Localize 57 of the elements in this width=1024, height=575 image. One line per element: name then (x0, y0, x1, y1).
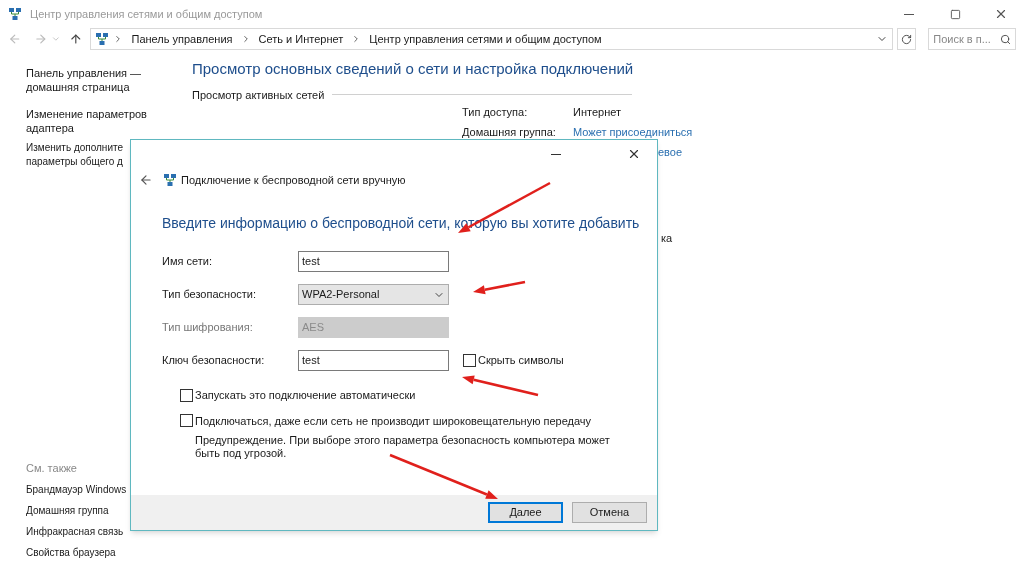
dropdown[interactable]: WPA2-Personal (298, 284, 449, 305)
minimize-icon (551, 153, 561, 155)
sidebar-link[interactable]: Панель управления — домашняя страница (26, 66, 156, 94)
info-text: ка (661, 230, 673, 246)
annotation-arrow (473, 280, 526, 295)
input-field[interactable]: test (298, 350, 449, 371)
network-icon (8, 7, 22, 21)
minimize-icon (904, 13, 914, 15)
sidebar-link[interactable]: Изменение параметров адаптера (26, 107, 156, 135)
search-icon (1000, 33, 1011, 45)
refresh-icon (901, 33, 913, 45)
close-icon (627, 147, 641, 161)
field-label: Ключ безопасности: (162, 353, 266, 369)
section-heading: Просмотр активных сетей (192, 87, 325, 103)
sidebar-link[interactable]: Изменить дополните (26, 141, 123, 155)
warning-text: Предупреждение. При выборе этого параметра безопасность компьютера может быть под угрозой. (195, 434, 611, 460)
close-icon (994, 7, 1008, 21)
info-label: Тип доступа: (462, 105, 529, 120)
info-value: Интернет (573, 105, 621, 120)
info-link[interactable]: Может присоединиться (573, 123, 693, 140)
checkbox[interactable] (463, 354, 476, 367)
address-field[interactable]: Панель управления Сеть и Интернет Центр управления сетями и общим доступом (90, 28, 893, 50)
network-icon (95, 32, 110, 46)
input-field[interactable]: test (298, 251, 449, 272)
history-icon[interactable] (51, 34, 61, 44)
search-field[interactable]: Поиск в п... (928, 28, 1016, 50)
sidebar-link[interactable]: параметры общего д (26, 155, 123, 169)
info-link[interactable]: евое (658, 144, 683, 161)
window-title: Центр управления сетями и общим доступом (30, 6, 263, 22)
dialog-button[interactable]: Далее (488, 502, 563, 523)
sidebar-link[interactable]: Домашняя группа (26, 503, 109, 518)
sidebar-link[interactable]: Инфракрасная связь (26, 524, 124, 539)
back-icon[interactable] (139, 173, 153, 187)
refresh-button[interactable] (896, 28, 917, 50)
breadcrumb-link[interactable]: Панель управления (127, 30, 237, 48)
info-label: Домашняя группа: (462, 124, 557, 140)
breadcrumb-link[interactable]: Сеть и Интернет (254, 30, 348, 48)
maximize-icon (949, 8, 961, 20)
checkbox[interactable] (180, 414, 193, 428)
field-label: Тип безопасности: (162, 287, 257, 303)
sidebar-link[interactable]: Брандмауэр Windows (26, 482, 127, 497)
page-heading: Просмотр основных сведений о сети и настройка подключений (192, 59, 635, 79)
sidebar-link[interactable]: Свойства браузера (26, 545, 116, 560)
field-label: Тип шифрования: (162, 320, 254, 336)
up-icon[interactable] (68, 32, 83, 46)
dialog-button[interactable]: Отмена (572, 502, 647, 523)
field-label: Имя сети: (162, 254, 213, 270)
forward-icon[interactable] (33, 32, 48, 46)
checkbox-label[interactable]: Подключаться, даже если сеть не производит широковещательную передачу (195, 412, 592, 429)
checkbox-label[interactable]: Скрыть символы (478, 352, 564, 369)
checkbox-label[interactable]: Запускать это подключение автоматически (195, 387, 416, 404)
dropdown: AES (298, 317, 449, 338)
network-icon (163, 173, 177, 187)
checkbox[interactable] (180, 388, 193, 402)
dialog-title: Подключение к беспроводной сети вручную (181, 172, 406, 188)
see-also-heading: См. также (26, 460, 78, 476)
breadcrumb-link[interactable]: Центр управления сетями и общим доступом (365, 30, 606, 48)
